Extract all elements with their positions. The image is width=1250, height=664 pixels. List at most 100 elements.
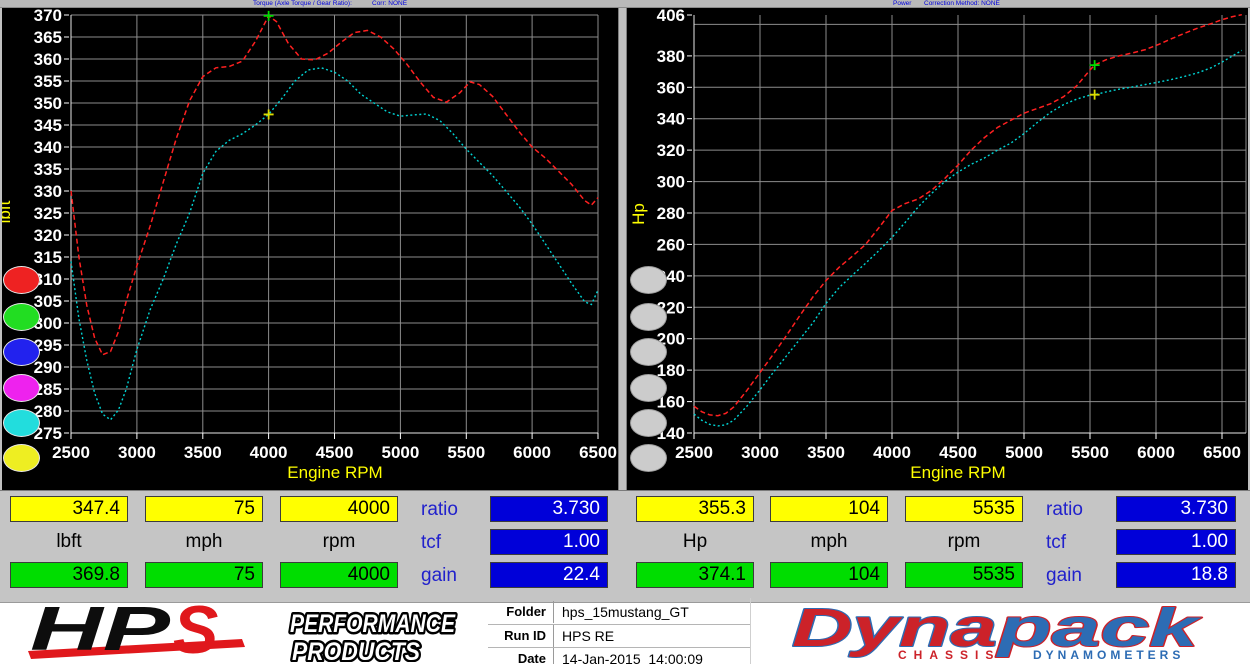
y-tick-label: 340 <box>657 110 685 129</box>
info-row-folder: Folder hps_15mustang_GT <box>488 601 750 623</box>
x-tick-label: 6000 <box>1137 443 1175 462</box>
tcf-label: tcf <box>421 532 441 554</box>
power-legend-gray-button-3[interactable] <box>630 374 667 402</box>
power-chart-title: Power <box>893 0 911 8</box>
x-tick-label: 4000 <box>873 443 911 462</box>
y-tick-label: 360 <box>657 78 685 97</box>
x-tick-label: 5500 <box>1071 443 1109 462</box>
y-tick-label: 320 <box>657 141 685 160</box>
rpm-unit-label: rpm <box>905 531 1023 553</box>
torque-cursor-rpm-run1: 4000 <box>280 496 398 522</box>
ratio-value: 3.730 <box>1116 496 1236 522</box>
run-info-panel: Folder hps_15mustang_GT Run ID HPS RE Da… <box>488 598 751 664</box>
rpm-unit-label: rpm <box>280 531 398 553</box>
dynapack-sub-chassis: CHASSIS <box>898 648 1000 662</box>
y-tick-label: 380 <box>657 47 685 66</box>
hps-tagline-performance: PERFORMANCE <box>290 610 456 638</box>
torque-chart-title: Torque (Axle Torque / Gear Ratio): <box>253 0 352 8</box>
y-tick-label: 280 <box>657 204 685 223</box>
torque-legend-color-button-0[interactable] <box>3 266 40 294</box>
x-tick-label: 5000 <box>381 443 419 462</box>
power-legend-gray-button-2[interactable] <box>630 338 667 366</box>
y-tick-label: 355 <box>34 72 62 91</box>
torque-cursor-value-run2: 369.8 <box>10 562 128 588</box>
dynapack-sub-dynamometers: DYNAMOMETERS <box>1033 648 1184 662</box>
info-row-runid: Run ID HPS RE <box>488 624 750 647</box>
torque-cursor-mph-run2: 75 <box>145 562 263 588</box>
torque-cursor-mph-run1: 75 <box>145 496 263 522</box>
gain-label: gain <box>421 565 457 587</box>
info-row-date: Date 14-Jan-2015 14:00:09 <box>488 647 750 664</box>
x-tick-label: 6500 <box>579 443 617 462</box>
y-tick-label: 360 <box>34 50 62 69</box>
torque-cursor-value-run1: 347.4 <box>10 496 128 522</box>
ratio-label: ratio <box>1046 499 1083 521</box>
y-tick-label: 300 <box>657 173 685 192</box>
cursor-marker-cross <box>1090 90 1100 100</box>
torque-legend-color-button-2[interactable] <box>3 338 40 366</box>
power-cursor-rpm-run2: 5535 <box>905 562 1023 588</box>
torque-legend-color-button-1[interactable] <box>3 303 40 331</box>
x-tick-label: 3000 <box>118 443 156 462</box>
readout-strip: 347.4 75 4000 lbft mph rpm 369.8 75 4000… <box>0 490 1250 596</box>
runid-value[interactable]: HPS RE <box>553 625 752 647</box>
power-legend-gray-button-5[interactable] <box>630 444 667 472</box>
chart-titlebar: Torque (Axle Torque / Gear Ratio): Corr:… <box>0 0 1250 8</box>
torque-legend-color-button-5[interactable] <box>3 444 40 472</box>
y-axis-title: Hp <box>629 203 648 225</box>
ratio-value: 3.730 <box>490 496 608 522</box>
y-tick-label: 320 <box>34 226 62 245</box>
hps-logo-s: S <box>173 598 218 662</box>
power-cursor-mph-run2: 104 <box>770 562 888 588</box>
y-tick-label: 305 <box>34 292 62 311</box>
power-cursor-rpm-run1: 5535 <box>905 496 1023 522</box>
power-legend-gray-button-0[interactable] <box>630 266 667 294</box>
power-chart-correction: Correction Method: NONE <box>924 0 1000 8</box>
y-tick-label: 365 <box>34 28 62 47</box>
runid-label: Run ID <box>488 625 546 647</box>
panel-divider <box>618 0 627 490</box>
ratio-label: ratio <box>421 499 458 521</box>
power-legend-gray-button-1[interactable] <box>630 303 667 331</box>
x-tick-label: 5000 <box>1005 443 1043 462</box>
x-tick-label: 5500 <box>447 443 485 462</box>
y-tick-label: 335 <box>34 160 62 179</box>
power-cursor-value-run1: 355.3 <box>636 496 754 522</box>
torque-unit-label: lbft <box>10 531 128 553</box>
x-tick-label: 2500 <box>52 443 90 462</box>
torque-chart-correction: Corr: NONE <box>372 0 407 8</box>
y-tick-label: 325 <box>34 204 62 223</box>
y-axis-title: lbft <box>0 200 14 223</box>
gain-value: 18.8 <box>1116 562 1236 588</box>
torque-legend-color-button-4[interactable] <box>3 409 40 437</box>
y-tick-label: 330 <box>34 182 62 201</box>
footer-bar: HP S PERFORMANCE PRODUCTS Folder hps_15m… <box>0 596 1250 664</box>
y-tick-label: 315 <box>34 248 62 267</box>
folder-value[interactable]: hps_15mustang_GT <box>553 601 752 623</box>
power-legend-gray-button-4[interactable] <box>630 409 667 437</box>
torque-cursor-rpm-run2: 4000 <box>280 562 398 588</box>
x-tick-label: 4500 <box>939 443 977 462</box>
y-tick-label: 345 <box>34 116 62 135</box>
dyno-software-window: 3703653603553503453403353303253203153103… <box>0 0 1250 664</box>
power-cursor-mph-run1: 104 <box>770 496 888 522</box>
date-value: 14-Jan-2015 14:00:09 <box>553 648 752 664</box>
y-tick-label: 340 <box>34 138 62 157</box>
date-label: Date <box>488 648 546 664</box>
hps-logo-hp: HP <box>30 598 171 662</box>
y-tick-label: 350 <box>34 94 62 113</box>
x-axis-title: Engine RPM <box>910 463 1005 482</box>
cursor-marker-cross <box>264 109 274 119</box>
x-tick-label: 4500 <box>316 443 354 462</box>
x-tick-label: 4000 <box>250 443 288 462</box>
torque-legend-color-button-3[interactable] <box>3 374 40 402</box>
power-red-dashed <box>694 15 1242 416</box>
tcf-label: tcf <box>1046 532 1066 554</box>
folder-label: Folder <box>488 601 546 623</box>
gain-label: gain <box>1046 565 1082 587</box>
hps-tagline-products: PRODUCTS <box>292 638 420 662</box>
mph-unit-label: mph <box>770 531 888 553</box>
x-tick-label: 6000 <box>513 443 551 462</box>
chart-strip: 3703653603553503453403353303253203153103… <box>0 0 1250 490</box>
power-cursor-value-run2: 374.1 <box>636 562 754 588</box>
